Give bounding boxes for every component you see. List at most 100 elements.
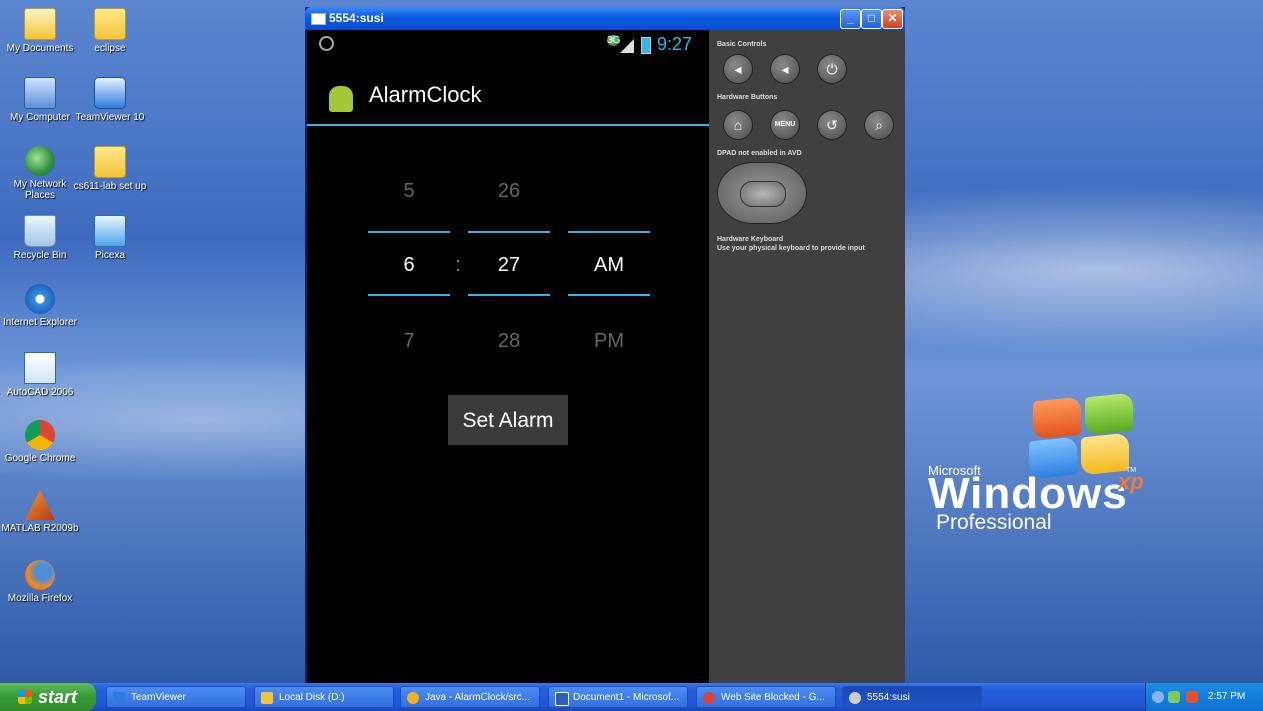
ampm-current[interactable]: AM (568, 254, 650, 277)
desktop-icon-eclipse[interactable]: eclipse (71, 8, 149, 54)
chrome-icon (703, 692, 715, 704)
taskbar-item-label: Document1 - Microsof... (573, 692, 680, 703)
desktop-icon-recycle-bin[interactable]: Recycle Bin (1, 215, 79, 261)
taskbar-item-local-disk[interactable]: Local Disk (D:) (254, 686, 394, 708)
basic-controls-label: Basic Controls (717, 41, 767, 48)
desktop-icon-label: TeamViewer 10 (75, 112, 145, 123)
volume-up-icon[interactable]: ◂ (770, 54, 800, 84)
set-alarm-button[interactable]: Set Alarm (448, 395, 568, 445)
folder-icon (94, 146, 126, 178)
battery-icon (641, 37, 651, 54)
start-label: start (38, 686, 78, 707)
matlab-icon (25, 490, 55, 520)
minute-prev[interactable]: 26 (468, 180, 550, 203)
desktop-icon-label: eclipse (94, 43, 126, 54)
android-screen: 3G 9:27 AlarmClock 5 26 6 : 27 AM 7 28 P (307, 30, 709, 684)
maximize-button[interactable]: □ (861, 9, 882, 29)
windows-logo-icon (18, 689, 32, 704)
home-icon[interactable]: ⌂ (723, 110, 753, 140)
window-app-icon (311, 13, 326, 25)
logo-edition-text: Professional (936, 511, 1052, 534)
desktop-icon-my-computer[interactable]: My Computer (1, 77, 79, 123)
desktop-icon-cs611-lab[interactable]: cs611-lab set up (71, 146, 149, 192)
picker-divider (368, 294, 450, 296)
picker-divider (368, 231, 450, 233)
status-clock: 9:27 (657, 34, 693, 54)
picker-divider (568, 294, 650, 296)
desktop-icon-label: Google Chrome (4, 453, 76, 464)
desktop-icon-label: cs611-lab set up (73, 181, 147, 192)
taskbar-item-label: Java - AlarmClock/src... (425, 692, 531, 703)
desktop-icon-internet-explorer[interactable]: Internet Explorer (1, 284, 79, 328)
dpad-control[interactable] (717, 162, 807, 224)
recycle-bin-icon (24, 215, 56, 247)
desktop-icon-mozilla-firefox[interactable]: Mozilla Firefox (1, 560, 79, 604)
volume-down-icon[interactable]: ◂ (723, 54, 753, 84)
taskbar-item-web-site-blocked[interactable]: Web Site Blocked - G... (696, 686, 836, 708)
desktop-icon-teamviewer[interactable]: TeamViewer 10 (71, 77, 149, 123)
taskbar-clock[interactable]: 2:57 PM (1208, 691, 1245, 702)
teamviewer-icon (113, 692, 125, 704)
minute-current[interactable]: 27 (468, 254, 550, 277)
emulator-window: 5554:susi _ □ ✕ 3G 9:27 AlarmClock 5 26 … (305, 7, 905, 684)
taskbar: start TeamViewer Local Disk (D:) Java - … (0, 683, 1263, 711)
hardware-keyboard-label: Hardware Keyboard (717, 236, 784, 243)
taskbar-item-emulator[interactable]: 5554:susi (842, 686, 982, 708)
folder-icon (94, 8, 126, 40)
network-type: 3G (607, 35, 621, 46)
autocad-icon (24, 352, 56, 384)
emulator-controls-panel: Basic Controls ◂ ◂ ⏻ Hardware Buttons ⌂ … (709, 30, 905, 684)
picexa-icon (94, 215, 126, 247)
tray-expand-icon[interactable] (1152, 691, 1164, 703)
desktop-icon-autocad[interactable]: AutoCAD 2006 (1, 352, 79, 398)
desktop-icon-my-documents[interactable]: My Documents (1, 8, 79, 54)
taskbar-item-label: 5554:susi (867, 692, 910, 703)
word-icon (555, 692, 569, 706)
my-computer-icon (24, 77, 56, 109)
desktop-icon-label: My Computer (9, 112, 70, 123)
eclipse-icon (407, 692, 419, 704)
window-title: 5554:susi (329, 11, 384, 25)
desktop-icon-network-places[interactable]: My Network Places (1, 146, 79, 201)
power-icon[interactable]: ⏻ (817, 54, 847, 84)
picker-divider (468, 294, 550, 296)
desktop-icon-google-chrome[interactable]: Google Chrome (1, 420, 79, 464)
desktop-icon-label: My Network Places (13, 179, 67, 201)
taskbar-item-teamviewer[interactable]: TeamViewer (106, 686, 246, 708)
signal-icon (620, 39, 634, 53)
emulator-icon (849, 692, 861, 704)
network-icon[interactable] (1168, 691, 1180, 703)
windows-xp-logo: Microsoft Windows xp TM Professional (928, 392, 1188, 535)
action-bar: AlarmClock (307, 70, 709, 126)
picker-divider (468, 231, 550, 233)
desktop-icon-label: MATLAB R2009b (1, 523, 79, 534)
picker-divider (568, 231, 650, 233)
taskbar-item-document1[interactable]: Document1 - Microsof... (548, 686, 688, 708)
minimize-button[interactable]: _ (840, 9, 861, 29)
desktop-icon-matlab[interactable]: MATLAB R2009b (1, 490, 79, 534)
ampm-next[interactable]: PM (568, 330, 650, 353)
search-icon[interactable]: ⌕ (864, 110, 894, 140)
windows-flag-icon (1029, 392, 1135, 480)
system-tray: 2:57 PM (1145, 683, 1263, 711)
firefox-icon (25, 560, 55, 590)
taskbar-item-java-eclipse[interactable]: Java - AlarmClock/src... (400, 686, 540, 708)
hour-next[interactable]: 7 (368, 330, 450, 353)
desktop-icon-picexa[interactable]: Picexa (71, 215, 149, 261)
status-bar: 3G 9:27 (307, 30, 709, 60)
start-button[interactable]: start (0, 683, 96, 711)
back-icon[interactable]: ↺ (817, 110, 847, 140)
hour-prev[interactable]: 5 (368, 180, 450, 203)
chrome-icon (25, 420, 55, 450)
network-places-icon (25, 146, 55, 176)
menu-button[interactable]: MENU (770, 110, 800, 140)
window-title-bar[interactable]: 5554:susi _ □ ✕ (305, 7, 905, 30)
desktop-icon-label: Recycle Bin (13, 250, 67, 261)
security-icon[interactable] (1186, 691, 1198, 703)
minute-next[interactable]: 28 (468, 330, 550, 353)
close-button[interactable]: ✕ (882, 9, 903, 29)
dpad-label: DPAD not enabled in AVD (717, 150, 802, 157)
dpad-center[interactable] (740, 181, 786, 207)
folder-icon (261, 692, 273, 704)
android-app-icon (329, 86, 353, 112)
